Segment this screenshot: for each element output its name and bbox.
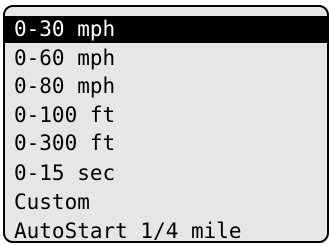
menu-item-0-15-sec[interactable]: 0-15 sec [5,160,327,187]
menu-item-custom[interactable]: Custom [5,189,327,216]
menu-item-autostart-quarter-mile[interactable]: AutoStart 1/4 mile [5,218,327,241]
test-mode-menu: 0-30 mph 0-60 mph 0-80 mph 0-100 ft 0-30… [3,5,329,243]
menu-item-0-100-ft[interactable]: 0-100 ft [5,102,327,129]
menu-item-0-80-mph[interactable]: 0-80 mph [5,73,327,100]
menu-item-0-300-ft[interactable]: 0-300 ft [5,130,327,157]
menu-item-0-30-mph[interactable]: 0-30 mph [5,16,327,43]
menu-item-0-60-mph[interactable]: 0-60 mph [5,45,327,72]
